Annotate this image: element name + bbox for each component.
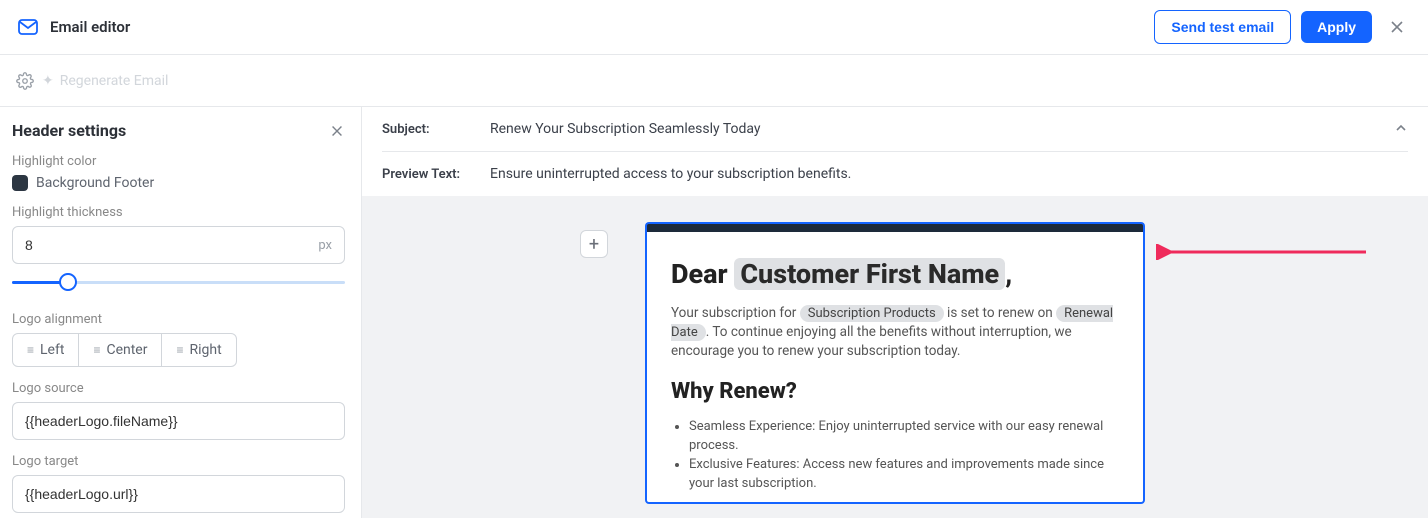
subject-row[interactable]: Subject: Renew Your Subscription Seamles… xyxy=(362,107,1428,151)
intro-paragraph: Your subscription for Subscription Produ… xyxy=(671,304,1119,361)
add-block-button[interactable]: + xyxy=(580,230,608,258)
logo-target-input[interactable] xyxy=(25,486,332,502)
thickness-slider[interactable] xyxy=(12,272,345,292)
gear-icon[interactable] xyxy=(16,72,34,90)
alignment-segmented-control: ≡Left ≡Center ≡Right xyxy=(12,333,237,367)
logo-source-label: Logo source xyxy=(12,381,345,396)
close-icon[interactable] xyxy=(1382,12,1412,42)
slider-thumb[interactable] xyxy=(59,273,77,291)
background-footer-checkbox[interactable] xyxy=(12,175,28,191)
sidebar: Header settings Highlight color Backgrou… xyxy=(0,107,362,518)
salutation: Dear Customer First Name, xyxy=(671,258,1119,290)
thickness-unit: px xyxy=(318,238,332,253)
logo-alignment-label: Logo alignment xyxy=(12,312,345,327)
annotation-arrow xyxy=(1156,244,1366,260)
list-item: Seamless Experience: Enjoy uninterrupted… xyxy=(689,418,1119,456)
align-left-icon: ≡ xyxy=(27,343,34,357)
email-preview-canvas: + Dear Customer First Name, Your subscri… xyxy=(362,196,1428,518)
highlight-thickness-input[interactable] xyxy=(25,237,318,253)
top-header: Email editor Send test email Apply xyxy=(0,0,1428,55)
logo-target-label: Logo target xyxy=(12,454,345,469)
email-header-block[interactable]: Dear Customer First Name, Your subscript… xyxy=(647,224,1143,502)
apply-button[interactable]: Apply xyxy=(1301,11,1372,43)
align-right-button[interactable]: ≡Right xyxy=(161,334,235,366)
highlight-thickness-label: Highlight thickness xyxy=(12,205,345,220)
sub-header: ✦ Regenerate Email xyxy=(0,55,1428,107)
preview-text-value: Ensure uninterrupted access to your subs… xyxy=(490,166,851,182)
align-center-button[interactable]: ≡Center xyxy=(78,334,161,366)
page-title: Email editor xyxy=(50,18,130,36)
logo-source-input[interactable] xyxy=(25,413,332,429)
customer-name-tag[interactable]: Customer First Name xyxy=(734,258,1005,290)
highlight-color-label: Highlight color xyxy=(12,154,345,169)
subscription-products-tag[interactable]: Subscription Products xyxy=(800,305,944,322)
regenerate-email-button[interactable]: ✦ Regenerate Email xyxy=(42,73,168,89)
sidebar-close-icon[interactable] xyxy=(329,123,345,139)
list-item: Exclusive Features: Access new features … xyxy=(689,456,1119,494)
send-test-email-button[interactable]: Send test email xyxy=(1154,10,1291,44)
preview-text-row[interactable]: Preview Text: Ensure uninterrupted acces… xyxy=(362,152,1428,196)
background-footer-label: Background Footer xyxy=(36,175,154,191)
chevron-up-icon[interactable] xyxy=(1394,120,1408,139)
mail-icon xyxy=(16,15,40,39)
preview-text-label: Preview Text: xyxy=(382,167,476,182)
align-right-icon: ≡ xyxy=(176,343,183,357)
subject-value: Renew Your Subscription Seamlessly Today xyxy=(490,121,761,137)
align-center-icon: ≡ xyxy=(93,343,100,357)
sidebar-title: Header settings xyxy=(12,121,126,140)
subject-label: Subject: xyxy=(382,122,476,137)
why-renew-heading: Why Renew? xyxy=(671,379,1119,404)
align-left-button[interactable]: ≡Left xyxy=(13,334,78,366)
sparkle-icon: ✦ xyxy=(42,73,54,89)
